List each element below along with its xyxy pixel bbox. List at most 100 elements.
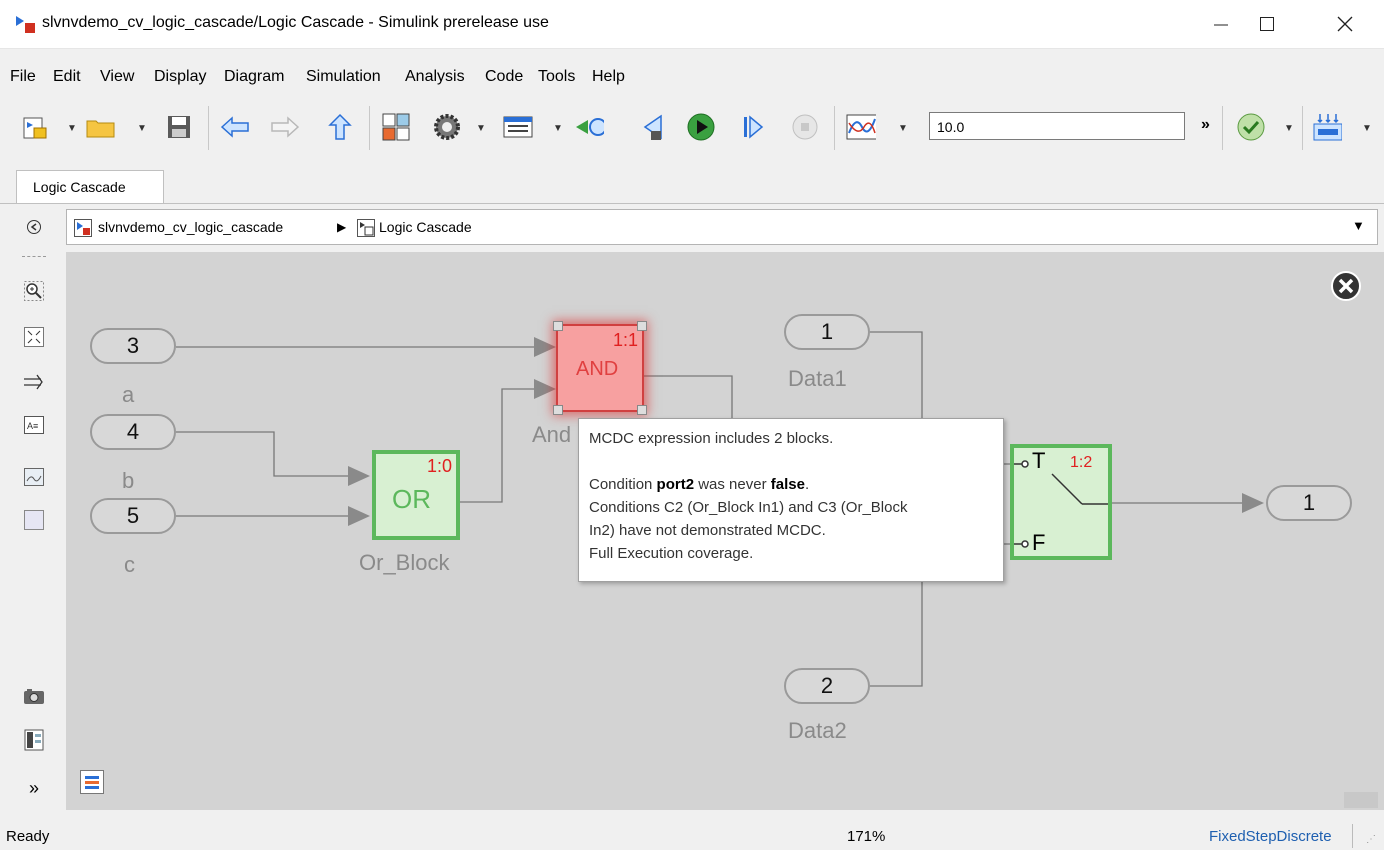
image-icon[interactable] bbox=[22, 465, 46, 489]
route-lines-icon[interactable] bbox=[22, 370, 46, 394]
zoom-icon[interactable] bbox=[22, 279, 46, 303]
new-model-icon[interactable] bbox=[20, 111, 50, 143]
and-block-label: And bbox=[532, 422, 572, 447]
menu-code[interactable]: Code bbox=[485, 68, 523, 86]
breadcrumb-root[interactable]: slvnvdemo_cv_logic_cascade bbox=[98, 219, 283, 235]
breadcrumb-current[interactable]: Logic Cascade bbox=[379, 219, 472, 235]
maximize-button[interactable] bbox=[1244, 0, 1290, 48]
back-arrow-icon[interactable] bbox=[220, 111, 250, 143]
build-model-icon[interactable] bbox=[1312, 111, 1342, 143]
close-overlay-icon[interactable] bbox=[1330, 270, 1362, 302]
step-forward-icon[interactable] bbox=[738, 111, 768, 143]
model-advisor-icon[interactable] bbox=[1236, 111, 1266, 143]
tab-divider bbox=[0, 203, 1384, 204]
hide-browser-icon[interactable] bbox=[22, 215, 46, 239]
save-icon[interactable] bbox=[164, 111, 194, 143]
toolbar-separator bbox=[369, 106, 370, 150]
toolbar-separator bbox=[208, 106, 209, 150]
svg-text:A≡: A≡ bbox=[27, 421, 38, 431]
annotation-icon[interactable]: A≡ bbox=[22, 413, 46, 437]
simulink-model-icon bbox=[14, 14, 36, 37]
tooltip-cond-port: port2 bbox=[656, 476, 695, 493]
coverage-tooltip: MCDC expression includes 2 blocks. Condi… bbox=[578, 418, 1004, 582]
chevron-down-icon[interactable]: ▼ bbox=[1284, 123, 1294, 134]
menu-analysis[interactable]: Analysis bbox=[405, 68, 465, 86]
toolbar-separator bbox=[1302, 106, 1303, 150]
tooltip-execution-line: Full Execution coverage. bbox=[589, 545, 754, 562]
breadcrumb-separator-icon: ▶ bbox=[337, 220, 347, 234]
inport-b[interactable]: 4 bbox=[90, 414, 176, 450]
outport-1[interactable]: 1 bbox=[1266, 485, 1352, 521]
breadcrumb-dropdown-icon[interactable]: ▼ bbox=[1352, 218, 1365, 233]
model-icon bbox=[74, 219, 92, 240]
selection-handle[interactable] bbox=[553, 321, 563, 331]
chevron-down-icon[interactable]: ▼ bbox=[137, 123, 147, 134]
inport-a-label: a bbox=[122, 382, 135, 407]
stop-icon[interactable] bbox=[790, 111, 820, 143]
inport-data1-label: Data1 bbox=[788, 366, 847, 391]
resize-grip-icon[interactable]: ⋰ bbox=[1366, 834, 1376, 845]
and-block-coverage-badge: 1:1 bbox=[612, 330, 638, 350]
selection-handle[interactable] bbox=[637, 321, 647, 331]
inport-data2[interactable]: 2 bbox=[784, 668, 870, 704]
and-block-text: AND bbox=[576, 358, 619, 380]
title-bar: slvnvdemo_cv_logic_cascade/Logic Cascade… bbox=[0, 0, 1384, 49]
selection-handle[interactable] bbox=[637, 405, 647, 415]
tooltip-cond-prefix: Condition bbox=[589, 476, 657, 493]
solver-link[interactable]: FixedStepDiscrete bbox=[1209, 828, 1332, 845]
palette-divider bbox=[22, 256, 46, 258]
inport-c[interactable]: 5 bbox=[90, 498, 176, 534]
tooltip-cond-value: false bbox=[770, 476, 805, 493]
or-block[interactable]: 1:0 OR bbox=[372, 450, 460, 540]
chevron-down-icon[interactable]: ▼ bbox=[67, 123, 77, 134]
tooltip-cond-end: . bbox=[804, 476, 810, 493]
forward-arrow-icon[interactable] bbox=[270, 111, 300, 143]
open-folder-icon[interactable] bbox=[86, 111, 116, 143]
or-block-label: Or_Block bbox=[359, 550, 450, 575]
menu-edit[interactable]: Edit bbox=[53, 68, 81, 86]
menu-view[interactable]: View bbox=[100, 68, 134, 86]
status-bar: Ready 171% FixedStepDiscrete ⋰ bbox=[0, 818, 1384, 850]
close-button[interactable] bbox=[1322, 0, 1368, 48]
update-diagram-icon[interactable] bbox=[574, 111, 604, 143]
explorer-bar-icon[interactable] bbox=[80, 770, 104, 794]
step-back-icon[interactable] bbox=[638, 111, 668, 143]
inport-data1[interactable]: 1 bbox=[784, 314, 870, 350]
more-toolbar-button[interactable]: » bbox=[1201, 116, 1210, 134]
chevron-down-icon[interactable]: ▼ bbox=[476, 123, 486, 134]
switch-true-label: T bbox=[1032, 448, 1046, 473]
tooltip-cond-mid: was never bbox=[694, 476, 771, 493]
model-explorer-icon[interactable] bbox=[503, 111, 533, 143]
status-divider bbox=[1352, 824, 1353, 848]
menu-file[interactable]: File bbox=[10, 68, 36, 86]
gear-icon[interactable] bbox=[432, 111, 462, 143]
inport-a[interactable]: 3 bbox=[90, 328, 176, 364]
up-arrow-icon[interactable] bbox=[325, 111, 355, 143]
library-browser-icon[interactable] bbox=[381, 111, 411, 143]
area-icon[interactable] bbox=[22, 508, 46, 532]
stop-time-input[interactable]: 10.0 bbox=[929, 112, 1185, 140]
tooltip-summary: MCDC expression includes 2 blocks. bbox=[589, 430, 834, 447]
menu-tools[interactable]: Tools bbox=[538, 68, 575, 86]
menu-display[interactable]: Display bbox=[154, 68, 206, 86]
scope-icon[interactable] bbox=[846, 111, 876, 143]
and-block[interactable]: 1:1 AND bbox=[553, 321, 647, 415]
menu-help[interactable]: Help bbox=[592, 68, 625, 86]
tab-logic-cascade[interactable]: Logic Cascade bbox=[16, 170, 164, 204]
chevron-down-icon[interactable]: ▼ bbox=[553, 123, 563, 134]
fit-to-view-icon[interactable] bbox=[22, 325, 46, 349]
selection-handle[interactable] bbox=[553, 405, 563, 415]
property-inspector-icon[interactable] bbox=[22, 728, 46, 752]
chevron-down-icon[interactable]: ▼ bbox=[1362, 123, 1372, 134]
switch-block[interactable]: T 1:2 F bbox=[1010, 444, 1112, 560]
run-icon[interactable] bbox=[686, 111, 716, 143]
expand-palette-icon[interactable]: » bbox=[22, 776, 46, 800]
minimize-button[interactable] bbox=[1198, 0, 1244, 48]
camera-icon[interactable] bbox=[22, 684, 46, 708]
menu-simulation[interactable]: Simulation bbox=[306, 68, 381, 86]
menu-diagram[interactable]: Diagram bbox=[224, 68, 284, 86]
chevron-down-icon[interactable]: ▼ bbox=[898, 123, 908, 134]
tooltip-mcdc-line-1: Conditions C2 (Or_Block In1) and C3 (Or_… bbox=[589, 499, 908, 516]
window-title: slvnvdemo_cv_logic_cascade/Logic Cascade… bbox=[42, 14, 549, 31]
toolbar-separator bbox=[834, 106, 835, 150]
